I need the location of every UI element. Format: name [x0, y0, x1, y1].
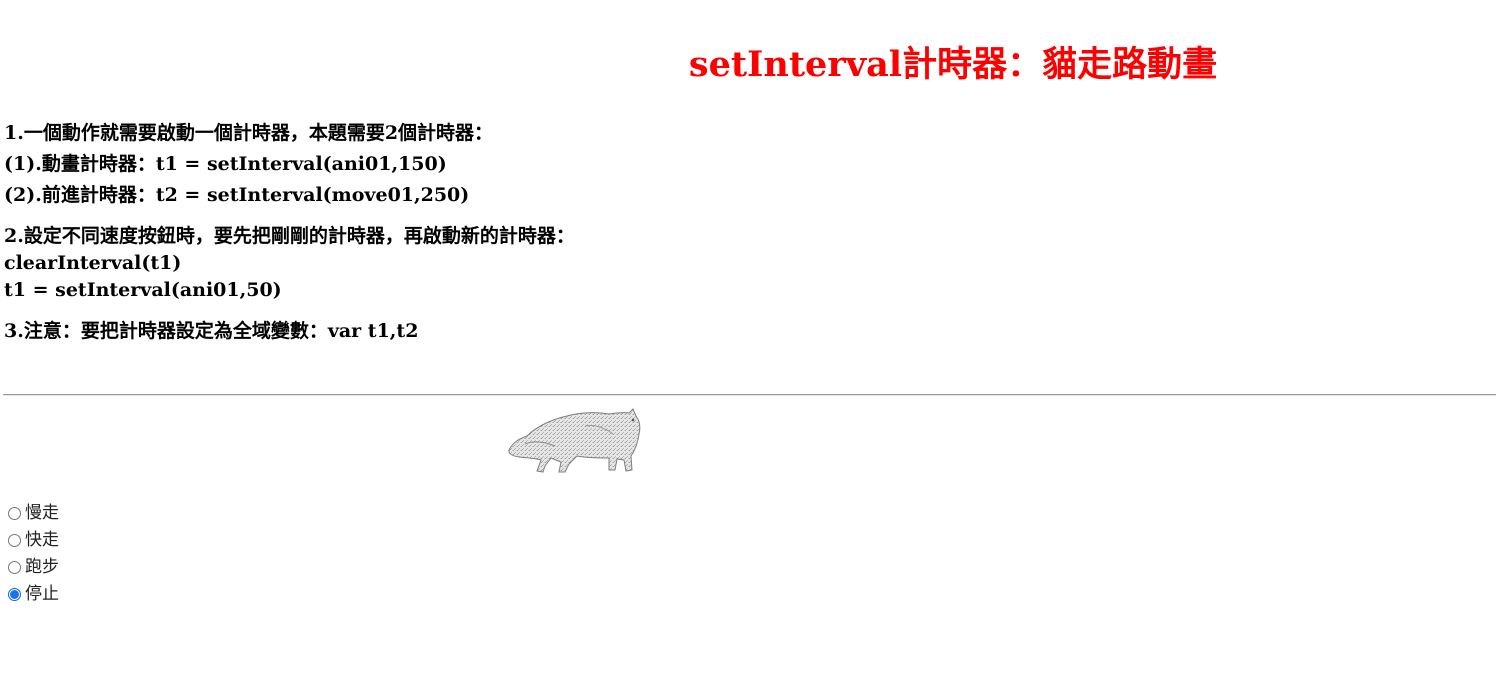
note-3-heading: 3.注意：要把計時器設定為全域變數：var t1,t2 — [4, 320, 419, 342]
horizontal-rule — [3, 394, 1496, 396]
radio-stop[interactable] — [8, 588, 21, 601]
note-2-heading: 2.設定不同速度按鈕時，要先把剛剛的計時器，再啟動新的計時器： — [4, 225, 575, 247]
speed-option-fast-walk[interactable]: 快走 — [8, 527, 59, 554]
speed-option-label: 跑步 — [25, 557, 59, 577]
note-1-line-1: (1).動畫計時器：t1 = setInterval(ani01,150) — [4, 153, 447, 175]
radio-fast-walk[interactable] — [8, 534, 21, 547]
notes: 1.一個動作就需要啟動一個計時器，本題需要2個計時器： (1).動畫計時器：t1… — [4, 118, 575, 347]
speed-option-run[interactable]: 跑步 — [8, 554, 59, 581]
radio-slow-walk[interactable] — [8, 507, 21, 520]
note-1-line-2: (2).前進計時器：t2 = setInterval(move01,250) — [4, 184, 470, 206]
page-title: setInterval計時器：貓走路動畫 — [688, 44, 1218, 85]
note-2-line-2: t1 = setInterval(ani01,50) — [4, 279, 282, 301]
walking-cat-image — [508, 408, 641, 473]
note-1-heading: 1.一個動作就需要啟動一個計時器，本題需要2個計時器： — [4, 122, 494, 144]
speed-radio-group: 慢走 快走 跑步 停止 — [8, 500, 59, 608]
speed-option-label: 快走 — [25, 530, 59, 550]
radio-run[interactable] — [8, 561, 21, 574]
speed-option-label: 停止 — [25, 584, 59, 604]
speed-option-label: 慢走 — [25, 503, 59, 523]
note-2-line-1: clearInterval(t1) — [4, 252, 182, 274]
speed-option-stop[interactable]: 停止 — [8, 581, 59, 608]
speed-option-slow-walk[interactable]: 慢走 — [8, 500, 59, 527]
page: setInterval計時器：貓走路動畫 1.一個動作就需要啟動一個計時器，本題… — [0, 0, 1496, 678]
